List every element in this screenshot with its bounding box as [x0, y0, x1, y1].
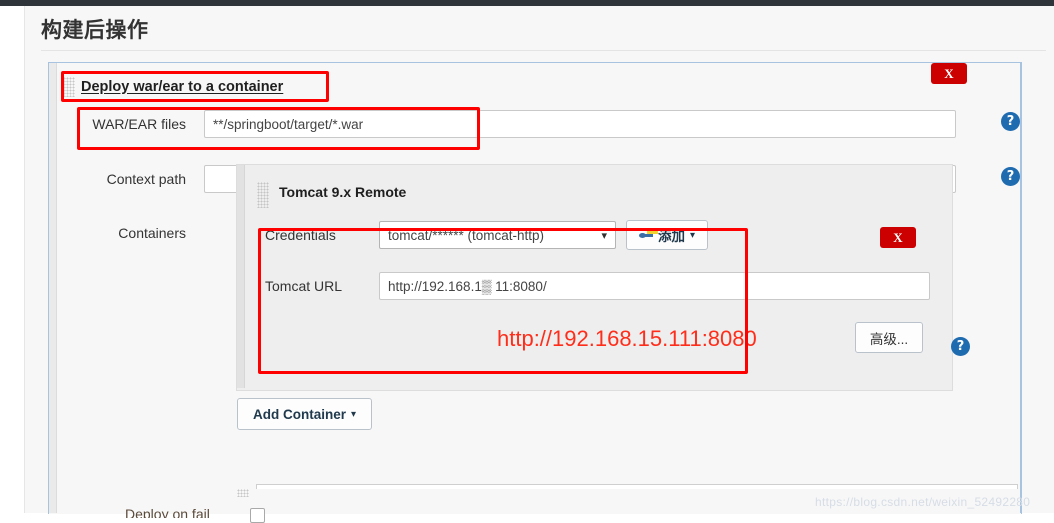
- remove-container-button[interactable]: X: [880, 227, 916, 248]
- add-container-button[interactable]: Add Container ▾: [237, 398, 372, 430]
- key-icon: [639, 230, 653, 240]
- help-circle-icon[interactable]: ?: [951, 337, 970, 356]
- add-container-label: Add Container: [252, 406, 346, 422]
- bottom-field-partial: [256, 484, 1018, 489]
- advanced-button[interactable]: 高级...: [855, 322, 923, 353]
- tomcat-url-input[interactable]: http://192.168.1▒ 11:8080/: [379, 272, 930, 300]
- title-divider: [41, 50, 1046, 51]
- bottom-checkbox[interactable]: [250, 508, 265, 523]
- help-circle-icon[interactable]: ?: [1001, 167, 1020, 186]
- credentials-selected-value: tomcat/****** (tomcat-http): [388, 227, 545, 243]
- credentials-select[interactable]: tomcat/****** (tomcat-http) ▾: [379, 221, 616, 249]
- remove-section-label: X: [944, 65, 954, 81]
- remove-section-button[interactable]: X: [931, 63, 967, 84]
- tomcat-url-row: Tomcat URL http://192.168.1▒ 11:8080/: [265, 272, 930, 300]
- chevron-down-icon: ▾: [601, 229, 607, 242]
- remove-container-label: X: [893, 229, 903, 245]
- caret-down-icon: ▾: [690, 229, 696, 241]
- caret-down-icon: ▾: [350, 408, 357, 420]
- page-title: 构建后操作: [41, 19, 149, 42]
- tomcat-container-panel: Tomcat 9.x Remote Credentials tomcat/***…: [251, 176, 934, 374]
- containers-row: Containers: [49, 225, 249, 241]
- drag-grip-icon[interactable]: [63, 76, 75, 97]
- bottom-partial-label: Deploy on fail: [125, 506, 210, 518]
- credentials-label: Credentials: [265, 227, 336, 243]
- left-gutter: [0, 6, 25, 513]
- section-heading: Deploy war/ear to a container: [63, 74, 353, 99]
- add-credentials-button[interactable]: 添加 ▾: [626, 220, 709, 250]
- context-path-label: Context path: [106, 171, 186, 187]
- war-ear-label: WAR/EAR files: [92, 116, 186, 132]
- drag-grip-icon[interactable]: [257, 182, 269, 208]
- tomcat-panel-title: Tomcat 9.x Remote: [279, 184, 407, 200]
- page-body: 构建后操作 Deploy war/ear to a container WAR/…: [25, 6, 1054, 523]
- url-annotation-text: http://192.168.15.111:8080: [497, 326, 757, 351]
- section-heading-label: Deploy war/ear to a container: [81, 78, 284, 95]
- containers-panel: Tomcat 9.x Remote Credentials tomcat/***…: [236, 164, 953, 391]
- add-credentials-label: 添加: [658, 229, 685, 244]
- war-ear-row: WAR/EAR files **/springboot/target/*.war: [49, 110, 1009, 138]
- advanced-button-label: 高级...: [869, 331, 909, 347]
- tomcat-url-label: Tomcat URL: [265, 278, 343, 294]
- help-circle-icon[interactable]: ?: [1001, 112, 1020, 131]
- containers-drag-bar[interactable]: [237, 165, 245, 388]
- war-ear-input[interactable]: **/springboot/target/*.war: [204, 110, 956, 138]
- watermark: https://blog.csdn.net/weixin_52492280: [815, 495, 1031, 509]
- bottom-drag-grip[interactable]: [237, 484, 249, 499]
- containers-label: Containers: [118, 225, 186, 241]
- credentials-row: Credentials tomcat/****** (tomcat-http) …: [265, 220, 709, 250]
- section-right-border: [1020, 62, 1021, 513]
